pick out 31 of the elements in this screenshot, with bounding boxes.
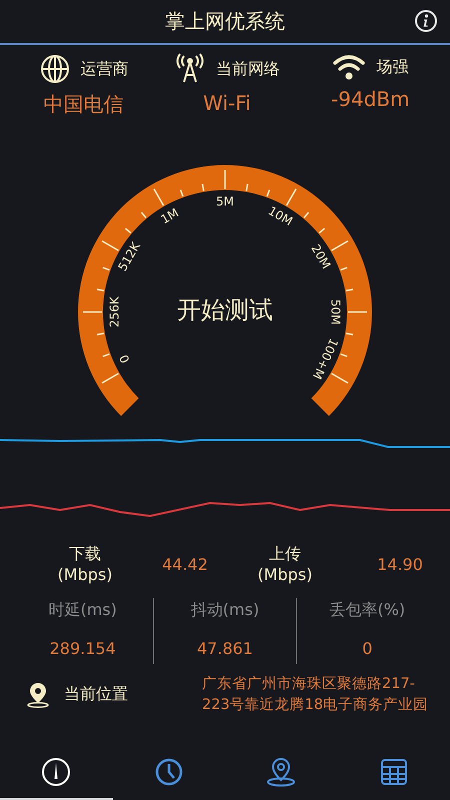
location-label: 当前位置 — [64, 684, 129, 706]
start-test-button[interactable]: 开始测试 — [173, 294, 277, 326]
speed-value: 14.90 — [376, 555, 424, 574]
info-label: 场强 — [376, 56, 408, 78]
info-label: 运营商 — [80, 58, 129, 80]
info-value: 中国电信 — [44, 91, 124, 118]
metric-label: 丢包率(%) — [329, 600, 406, 621]
info-value: -94dBm — [331, 87, 410, 111]
metric-value: 289.154 — [50, 638, 116, 658]
clock-icon — [154, 758, 183, 786]
address-text: 广东省广州市海珠区聚德路217-223号靠近龙腾18电子商务产业园 — [202, 674, 430, 715]
speedometer-icon — [41, 757, 72, 787]
globe-icon — [38, 53, 71, 85]
speed-label: 上传 — [269, 544, 301, 565]
speed-value: 44.42 — [161, 555, 209, 574]
speed-label: 下载 — [69, 544, 101, 565]
info-label: 当前网络 — [216, 58, 280, 80]
metric-label: 时延(ms) — [48, 600, 117, 621]
speed-unit: (Mbps) — [258, 564, 312, 586]
location-pin-icon — [26, 682, 50, 708]
metric-value: 0 — [362, 638, 372, 658]
metric-value: 47.861 — [197, 638, 253, 658]
table-icon — [380, 758, 408, 786]
app-title: 掌上网优系统 — [165, 8, 285, 35]
wifi-icon — [332, 53, 366, 81]
map-pin-icon — [266, 757, 296, 787]
info-value: Wi-Fi — [203, 91, 251, 115]
info-icon[interactable] — [414, 9, 438, 33]
speed-unit: (Mbps) — [58, 564, 112, 586]
antenna-icon — [174, 53, 206, 85]
metric-label: 抖动(ms) — [190, 600, 260, 621]
